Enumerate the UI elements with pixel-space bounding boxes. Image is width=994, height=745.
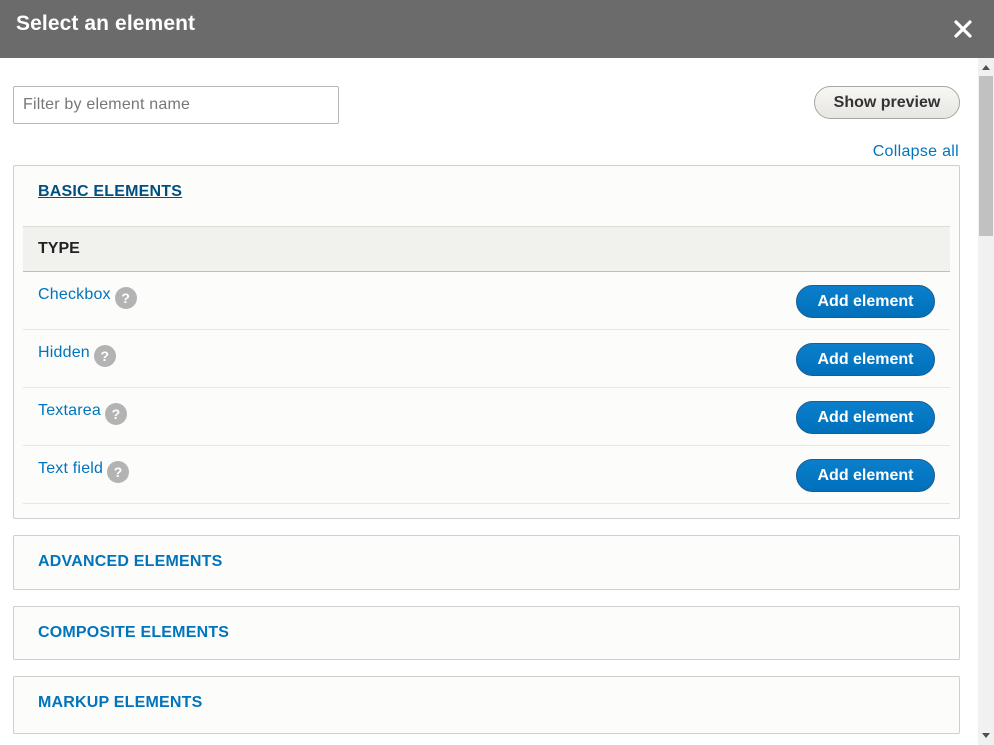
add-element-button[interactable]: Add element	[796, 459, 935, 492]
table-header: TYPE	[23, 226, 950, 272]
element-label: Textarea	[38, 402, 101, 419]
element-label: Hidden	[38, 344, 90, 361]
element-name-checkbox[interactable]: Checkbox?	[38, 286, 137, 309]
group-composite-elements-summary[interactable]: COMPOSITE ELEMENTS	[38, 624, 229, 642]
scroll-down-arrow-icon[interactable]	[982, 733, 990, 738]
group-advanced-elements-summary[interactable]: ADVANCED ELEMENTS	[38, 553, 222, 571]
filter-input[interactable]	[13, 86, 339, 124]
add-element-button[interactable]: Add element	[796, 343, 935, 376]
table-row: Text field? Add element	[23, 446, 950, 504]
table-row: Hidden? Add element	[23, 330, 950, 388]
group-composite-elements: COMPOSITE ELEMENTS	[13, 606, 960, 660]
table-row: Textarea? Add element	[23, 388, 950, 446]
group-markup-elements-summary[interactable]: MARKUP ELEMENTS	[38, 694, 203, 712]
add-element-button[interactable]: Add element	[796, 401, 935, 434]
vertical-scrollbar[interactable]	[978, 58, 994, 745]
scrollbar-thumb[interactable]	[979, 76, 993, 236]
group-basic-elements: BASIC ELEMENTS TYPE Checkbox? Add elemen…	[13, 165, 960, 519]
group-advanced-elements: ADVANCED ELEMENTS	[13, 535, 960, 590]
element-name-textarea[interactable]: Textarea?	[38, 402, 127, 425]
close-icon	[954, 20, 972, 38]
add-element-button[interactable]: Add element	[796, 285, 935, 318]
element-name-text-field[interactable]: Text field?	[38, 460, 130, 483]
type-column-header: TYPE	[38, 240, 80, 257]
collapse-all-link[interactable]: Collapse all	[873, 143, 959, 161]
scroll-up-arrow-icon[interactable]	[982, 65, 990, 70]
element-label: Text field	[38, 460, 104, 477]
group-markup-elements: MARKUP ELEMENTS	[13, 676, 960, 734]
show-preview-button[interactable]: Show preview	[814, 86, 960, 119]
dialog-title-bar: Select an element	[0, 0, 994, 58]
group-basic-elements-summary[interactable]: BASIC ELEMENTS	[38, 183, 182, 201]
help-icon[interactable]: ?	[107, 461, 130, 483]
close-button[interactable]	[946, 12, 980, 46]
help-icon[interactable]: ?	[104, 403, 127, 425]
dialog-content: Show preview Collapse all BASIC ELEMENTS…	[0, 58, 978, 745]
element-name-hidden[interactable]: Hidden?	[38, 344, 116, 367]
element-label: Checkbox	[38, 286, 111, 303]
table-row: Checkbox? Add element	[23, 272, 950, 330]
help-icon[interactable]: ?	[93, 345, 116, 367]
dialog-title: Select an element	[16, 12, 196, 35]
help-icon[interactable]: ?	[114, 287, 137, 309]
